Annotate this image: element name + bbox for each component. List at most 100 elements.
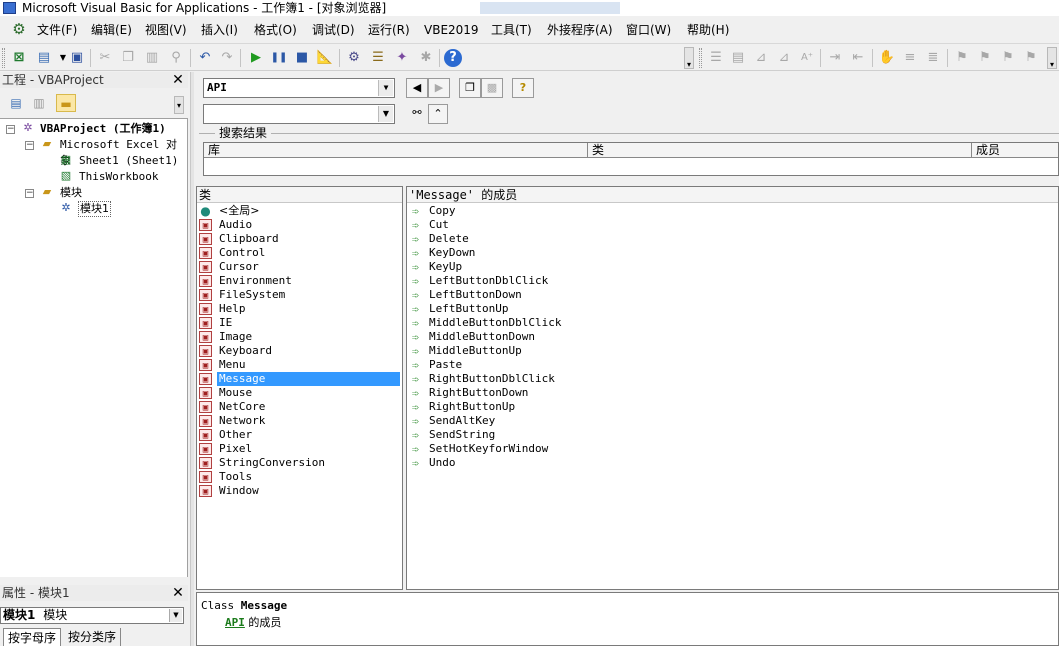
menu-run[interactable]: 运行(R) <box>368 23 410 37</box>
list-item[interactable]: ➾ SetHotKeyforWindow <box>409 442 1049 456</box>
tree-collapse-toggle[interactable]: − <box>25 141 34 150</box>
tree-item-vbaproject[interactable]: VBAProject (工作簿1) <box>40 121 166 137</box>
list-constants-icon[interactable]: ▤ <box>729 49 747 67</box>
view-definition-icon[interactable]: ▩ <box>481 78 503 98</box>
list-item[interactable]: ▣ Control <box>199 246 400 260</box>
list-item[interactable]: ➾ RightButtonDown <box>409 386 1049 400</box>
list-item-selected[interactable]: ▣ Message <box>199 372 400 386</box>
help-icon[interactable]: ? <box>512 78 534 98</box>
menu-debug[interactable]: 调试(D) <box>312 23 355 37</box>
list-item[interactable]: ▣ Mouse <box>199 386 400 400</box>
menu-window[interactable]: 窗口(W) <box>626 23 671 37</box>
save-icon[interactable]: ▣ <box>68 49 86 67</box>
object-browser-icon[interactable]: ✦ <box>393 49 411 67</box>
find-icon[interactable]: ⚲ <box>167 49 185 67</box>
close-icon[interactable]: ✕ <box>171 73 185 87</box>
toggle-folders-icon[interactable]: ▬ <box>56 94 76 112</box>
menu-edit[interactable]: 编辑(E) <box>91 23 132 37</box>
list-item[interactable]: ▣ Network <box>199 414 400 428</box>
cut-icon[interactable]: ✂ <box>96 49 114 67</box>
menu-view[interactable]: 视图(V) <box>145 23 187 37</box>
list-item[interactable]: ➾ MiddleButtonDown <box>409 330 1049 344</box>
list-properties-icon[interactable]: ☰ <box>707 49 725 67</box>
previous-bookmark-icon[interactable]: ⚑ <box>999 49 1017 67</box>
outdent-icon[interactable]: ⇤ <box>849 49 867 67</box>
properties-object-select[interactable]: 模块1 模块 ▼ <box>0 607 184 624</box>
list-item[interactable]: ➾ LeftButtonDblClick <box>409 274 1049 288</box>
menu-addins[interactable]: 外接程序(A) <box>547 23 613 37</box>
list-item[interactable]: ▣ Pixel <box>199 442 400 456</box>
go-forward-icon[interactable]: ▶ <box>428 78 450 98</box>
excel-view-icon[interactable]: ⊠ <box>10 49 28 67</box>
list-item[interactable]: ➾ MiddleButtonDblClick <box>409 316 1049 330</box>
list-item[interactable]: ➾ RightButtonUp <box>409 400 1049 414</box>
column-header-library[interactable]: 库 <box>204 143 588 158</box>
insert-userform-icon[interactable]: ▤ <box>35 49 53 67</box>
next-bookmark-icon[interactable]: ⚑ <box>976 49 994 67</box>
copy-to-clipboard-icon[interactable]: ❐ <box>459 78 481 98</box>
run-icon[interactable]: ▶ <box>247 49 265 67</box>
project-toolbar-overflow-button[interactable]: ▾ <box>174 96 184 114</box>
search-text-combo[interactable]: ▼ <box>203 104 395 124</box>
reset-icon[interactable]: ■ <box>293 49 311 67</box>
close-icon[interactable]: ✕ <box>171 586 185 600</box>
list-item[interactable]: ➾ Paste <box>409 358 1049 372</box>
parameter-info-icon[interactable]: ⊿ <box>775 49 793 67</box>
list-item[interactable]: ➾ Undo <box>409 456 1049 470</box>
toolbar-overflow-button[interactable]: ▾ <box>1047 47 1057 69</box>
break-icon[interactable]: ❚❚ <box>270 49 288 67</box>
details-library-link[interactable]: API <box>225 616 245 629</box>
list-item[interactable]: ➾ Delete <box>409 232 1049 246</box>
list-item[interactable]: ▣ Window <box>199 484 400 498</box>
chevron-down-icon[interactable]: ▼ <box>378 80 393 96</box>
quick-info-icon[interactable]: ⊿ <box>752 49 770 67</box>
list-item[interactable]: ➾ LeftButtonUp <box>409 302 1049 316</box>
tree-item-sheet1[interactable]: Sheet1 (Sheet1) <box>79 153 178 169</box>
clear-bookmarks-icon[interactable]: ⚑ <box>1022 49 1040 67</box>
list-item[interactable]: ▣ NetCore <box>199 400 400 414</box>
list-item[interactable]: ▣ Clipboard <box>199 232 400 246</box>
list-item[interactable]: ▣ Menu <box>199 358 400 372</box>
tree-collapse-toggle[interactable]: − <box>25 189 34 198</box>
menu-help[interactable]: 帮助(H) <box>687 23 729 37</box>
menu-file[interactable]: 文件(F) <box>37 23 77 37</box>
view-object-icon[interactable]: ▥ <box>29 94 49 112</box>
help-icon[interactable]: ? <box>444 49 462 67</box>
chevron-down-icon[interactable]: ▼ <box>169 609 182 622</box>
chevron-down-icon[interactable]: ▼ <box>378 106 393 122</box>
paste-icon[interactable]: ▥ <box>143 49 161 67</box>
toggle-breakpoint-icon[interactable]: ✋ <box>878 49 896 67</box>
menu-tools[interactable]: 工具(T) <box>491 23 532 37</box>
toggle-search-results-icon[interactable]: ⌃ <box>428 104 448 124</box>
redo-icon[interactable]: ↷ <box>218 49 236 67</box>
list-item[interactable]: ➾ Cut <box>409 218 1049 232</box>
column-header-member[interactable]: 成员 <box>972 143 1058 158</box>
list-item[interactable]: ▣ Tools <box>199 470 400 484</box>
list-item[interactable]: ▣ Keyboard <box>199 344 400 358</box>
tree-item-modules-folder[interactable]: 模块 <box>60 185 82 201</box>
uncomment-block-icon[interactable]: ≣ <box>924 49 942 67</box>
view-code-icon[interactable]: ▤ <box>6 94 26 112</box>
list-item[interactable]: ➾ SendString <box>409 428 1049 442</box>
list-item[interactable]: ▣ StringConversion <box>199 456 400 470</box>
tab-categorized[interactable]: 按分类序 <box>64 628 122 646</box>
complete-word-icon[interactable]: A⁺ <box>798 49 816 67</box>
copy-icon[interactable]: ❐ <box>119 49 137 67</box>
toolbar-overflow-button[interactable]: ▾ <box>684 47 694 69</box>
design-mode-icon[interactable]: 📐 <box>316 49 334 67</box>
toggle-bookmark-icon[interactable]: ⚑ <box>953 49 971 67</box>
column-header-class[interactable]: 类 <box>588 143 972 158</box>
list-item[interactable]: ➾ SendAltKey <box>409 414 1049 428</box>
list-item[interactable]: ➾ RightButtonDblClick <box>409 372 1049 386</box>
project-explorer-icon[interactable]: ⚙ <box>345 49 363 67</box>
list-item[interactable]: ▣ Other <box>199 428 400 442</box>
toolbox-icon[interactable]: ✱ <box>417 49 435 67</box>
list-item[interactable]: ➾ KeyDown <box>409 246 1049 260</box>
list-item[interactable]: ▣ Audio <box>199 218 400 232</box>
vba-app-icon[interactable]: ⚙ <box>10 20 28 38</box>
menu-vbe2019[interactable]: VBE2019 <box>424 23 479 37</box>
list-item[interactable]: ▣ FileSystem <box>199 288 400 302</box>
list-item[interactable]: ➾ MiddleButtonUp <box>409 344 1049 358</box>
list-item[interactable]: ● <全局> <box>199 204 400 218</box>
tree-item-module1[interactable]: 模块1 <box>78 201 111 217</box>
